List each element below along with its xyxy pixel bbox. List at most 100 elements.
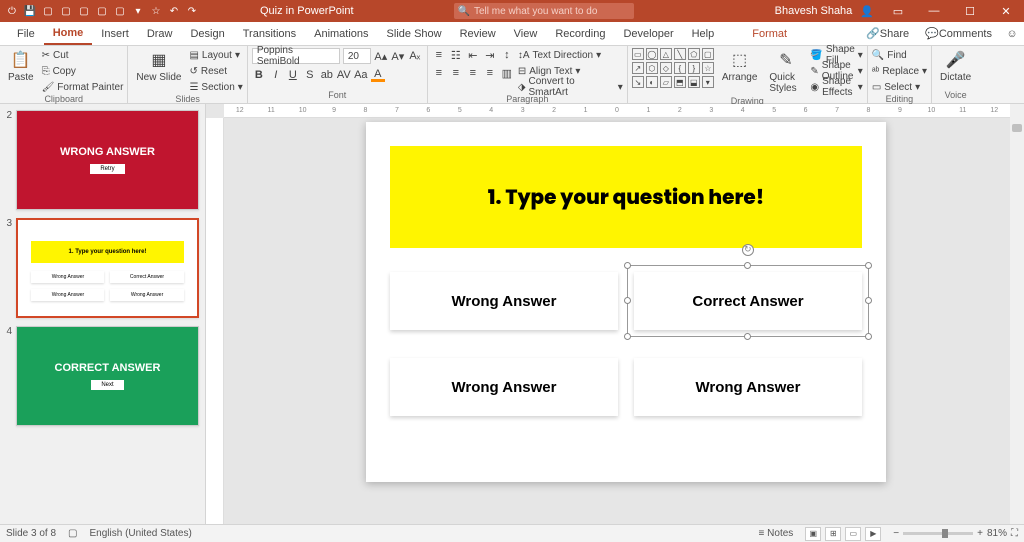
cut-button[interactable]: ✂Cut [42, 48, 124, 62]
question-box[interactable]: 1. Type your question here! [390, 146, 862, 248]
slideshow-view-icon[interactable]: ▶ [865, 527, 881, 541]
maximize-icon[interactable]: ☐ [956, 2, 984, 20]
resize-handle[interactable] [744, 333, 751, 340]
feedback-icon[interactable]: ☺ [1000, 22, 1024, 45]
zoom-level[interactable]: 81% [987, 528, 1007, 539]
resize-handle[interactable] [865, 262, 872, 269]
section-button[interactable]: ☰Section ▾ [189, 80, 242, 94]
tab-developer[interactable]: Developer [614, 22, 682, 45]
zoom-out-icon[interactable]: − [893, 528, 899, 539]
minimize-icon[interactable]: — [920, 2, 948, 20]
save-icon[interactable]: 💾 [22, 3, 38, 19]
tab-insert[interactable]: Insert [92, 22, 138, 45]
user-name[interactable]: Bhavesh Shaha [775, 5, 853, 17]
shape-gallery[interactable]: ▭◯△╲⬠▢ ↗⬡◇{}☆ ↘◐▱⬒⬓▾ [632, 48, 714, 88]
shadow-icon[interactable]: ab [320, 68, 334, 82]
thumb-slide-4[interactable]: CORRECT ANSWER Next [16, 326, 199, 426]
notes-button[interactable]: ≡ Notes [759, 528, 794, 539]
answer-box-1[interactable]: Wrong Answer [390, 272, 618, 330]
numbering-icon[interactable]: ☷ [449, 48, 463, 62]
tab-format[interactable]: Format [743, 22, 796, 45]
close-icon[interactable]: ✕ [992, 2, 1020, 20]
sorter-view-icon[interactable]: ⊞ [825, 527, 841, 541]
qat-icon[interactable]: ▢ [76, 3, 92, 19]
resize-handle[interactable] [624, 333, 631, 340]
resize-handle[interactable] [865, 297, 872, 304]
user-avatar-icon[interactable]: 👤 [860, 5, 874, 18]
redo-icon[interactable]: ↷ [184, 3, 200, 19]
share-button[interactable]: 🔗 Share [858, 22, 917, 45]
normal-view-icon[interactable]: ▣ [805, 527, 821, 541]
copy-button[interactable]: ⎘Copy [42, 64, 124, 78]
undo-icon[interactable]: ↶ [166, 3, 182, 19]
layout-button[interactable]: ▤Layout ▾ [189, 48, 242, 62]
vertical-scrollbar[interactable] [1010, 104, 1024, 524]
align-left-icon[interactable]: ≡ [432, 66, 446, 80]
font-name-select[interactable]: Poppins SemiBold [252, 48, 340, 64]
comments-button[interactable]: 💬 Comments [917, 22, 1000, 45]
tab-transitions[interactable]: Transitions [234, 22, 305, 45]
resize-handle[interactable] [624, 297, 631, 304]
smartart-button[interactable]: ⬗Convert to SmartArt ▾ [518, 80, 623, 94]
qat-icon[interactable]: ▢ [58, 3, 74, 19]
paste-button[interactable]: 📋 Paste [4, 48, 38, 85]
resize-handle[interactable] [624, 262, 631, 269]
tab-help[interactable]: Help [683, 22, 724, 45]
qat-icon[interactable]: ▢ [94, 3, 110, 19]
qat-icon[interactable]: ▢ [40, 3, 56, 19]
select-button[interactable]: ▭Select ▾ [872, 80, 927, 94]
text-direction-button[interactable]: ↕AText Direction ▾ [518, 48, 623, 62]
thumb-slide-2[interactable]: WRONG ANSWER Retry [16, 110, 199, 210]
tab-home[interactable]: Home [44, 22, 93, 45]
font-size-select[interactable]: 20 [343, 48, 371, 64]
bullets-icon[interactable]: ≡ [432, 48, 446, 62]
find-button[interactable]: 🔍Find [872, 48, 927, 62]
quick-styles-button[interactable]: ✎Quick Styles [765, 48, 806, 96]
tab-animations[interactable]: Animations [305, 22, 377, 45]
slide[interactable]: 1. Type your question here! Wrong Answer… [366, 122, 886, 482]
qat-icon[interactable]: ☆ [148, 3, 164, 19]
zoom-slider[interactable] [903, 532, 973, 535]
thumb-slide-3[interactable]: 1. Type your question here! Wrong Answer… [16, 218, 199, 318]
ribbon-options-icon[interactable]: ▭ [884, 2, 912, 20]
autosave-icon[interactable]: ⏻ [4, 3, 20, 19]
strikethrough-icon[interactable]: S [303, 68, 317, 82]
dictate-button[interactable]: 🎤Dictate [936, 48, 975, 85]
qat-icon[interactable]: ▾ [130, 3, 146, 19]
arrange-button[interactable]: ⬚Arrange [718, 48, 762, 85]
increase-font-icon[interactable]: A▴ [374, 49, 388, 63]
align-center-icon[interactable]: ≡ [449, 66, 463, 80]
resize-handle[interactable] [744, 262, 751, 269]
format-painter-button[interactable]: 🖌Format Painter [42, 80, 124, 94]
tab-recording[interactable]: Recording [546, 22, 614, 45]
italic-icon[interactable]: I [269, 68, 283, 82]
font-color-icon[interactable]: A [371, 68, 385, 82]
answer-box-3[interactable]: Wrong Answer [390, 358, 618, 416]
zoom-in-icon[interactable]: + [977, 528, 983, 539]
decrease-font-icon[interactable]: A▾ [391, 49, 405, 63]
tab-draw[interactable]: Draw [138, 22, 182, 45]
new-slide-button[interactable]: ▦ New Slide [132, 48, 185, 85]
slide-canvas[interactable]: 1211109876543210123456789101112 1. Type … [206, 104, 1024, 524]
bold-icon[interactable]: B [252, 68, 266, 82]
slide-counter[interactable]: Slide 3 of 8 [6, 528, 56, 539]
replace-button[interactable]: ᵃᵇReplace ▾ [872, 64, 927, 78]
clear-format-icon[interactable]: Aₓ [408, 49, 422, 63]
tab-view[interactable]: View [505, 22, 547, 45]
resize-handle[interactable] [865, 333, 872, 340]
fit-to-window-icon[interactable]: ⛶ [1011, 528, 1018, 539]
tab-slideshow[interactable]: Slide Show [378, 22, 451, 45]
align-right-icon[interactable]: ≡ [466, 66, 480, 80]
reading-view-icon[interactable]: ▭ [845, 527, 861, 541]
line-spacing-icon[interactable]: ↕ [500, 48, 514, 62]
qat-icon[interactable]: ▢ [112, 3, 128, 19]
language-status[interactable]: English (United States) [90, 528, 192, 539]
tab-review[interactable]: Review [451, 22, 505, 45]
answer-box-4[interactable]: Wrong Answer [634, 358, 862, 416]
indent-decrease-icon[interactable]: ⇤ [466, 48, 480, 62]
columns-icon[interactable]: ▥ [500, 66, 514, 80]
spell-check-icon[interactable]: ▢ [68, 528, 77, 539]
reset-button[interactable]: ↺Reset [189, 64, 242, 78]
shape-effects-button[interactable]: ◉Shape Effects ▾ [810, 80, 862, 94]
justify-icon[interactable]: ≡ [483, 66, 497, 80]
